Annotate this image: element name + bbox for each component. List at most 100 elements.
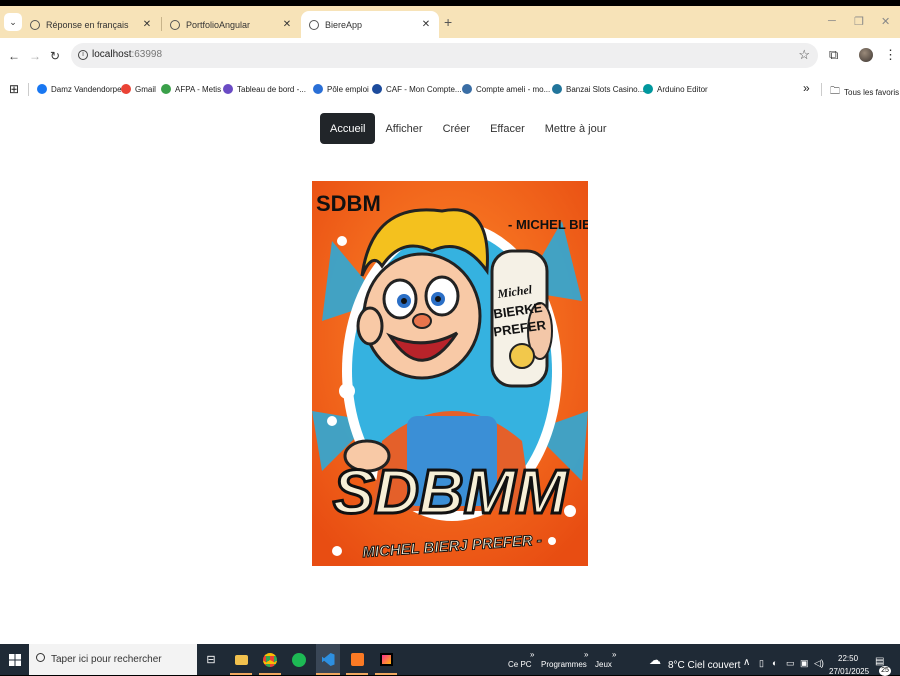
- jetbrains-icon[interactable]: [375, 644, 397, 675]
- toolbar-programmes[interactable]: Programmes: [541, 660, 587, 669]
- bookmark-tableau-de-bord[interactable]: Tableau de bord -...: [223, 84, 306, 94]
- tab-label: BiereApp: [325, 19, 363, 30]
- globe-icon: [170, 19, 180, 30]
- bookmark-label: CAF - Mon Compte...: [386, 84, 462, 94]
- screen: ⌄ Réponse en français ✕ PortfolioAngular…: [0, 6, 900, 676]
- clock-time[interactable]: 22:50: [838, 654, 858, 663]
- nav-creer[interactable]: Créer: [433, 113, 481, 144]
- volume-icon[interactable]: ◁): [814, 658, 824, 669]
- bookmark-label: Pôle emploi: [327, 84, 369, 94]
- bookmark-label: Tableau de bord -...: [237, 84, 306, 94]
- gmail-icon: [121, 84, 131, 94]
- folder-icon: 🗀: [830, 86, 840, 97]
- cloud-icon: ☁: [649, 653, 661, 667]
- close-icon[interactable]: ✕: [419, 19, 433, 30]
- device-icon[interactable]: ▯: [759, 658, 764, 669]
- battery-icon[interactable]: ▭: [786, 658, 795, 669]
- caf-icon: [372, 84, 382, 94]
- toolbar-ce-pc[interactable]: Ce PC: [508, 660, 532, 669]
- poster-illustration: SDBM - MICHEL BIERKEJ Michel BIERKE PREF…: [312, 181, 588, 566]
- globe-icon: [309, 19, 319, 30]
- file-explorer-icon[interactable]: [230, 644, 252, 675]
- bookmark-afpa[interactable]: AFPA - Metis: [161, 84, 221, 94]
- wordpress-icon: [552, 84, 562, 94]
- taskbar-search-input[interactable]: Taper ici pour rechercher: [29, 644, 197, 675]
- toolbar-jeux[interactable]: Jeux: [595, 660, 612, 669]
- tab-label: PortfolioAngular: [186, 19, 251, 30]
- bookmarks-divider: [821, 83, 822, 96]
- bookmark-pole-emploi[interactable]: Pôle emploi: [313, 84, 369, 94]
- page-content: Accueil Afficher Créer Effacer Mettre à …: [0, 102, 900, 644]
- network-icon[interactable]: ▣: [800, 658, 809, 669]
- chevron-icon: »: [584, 650, 589, 659]
- tab-label: Réponse en français: [46, 19, 129, 30]
- bookmark-label: Gmail: [135, 84, 156, 94]
- task-view-icon[interactable]: ⊟: [202, 644, 220, 675]
- search-placeholder: Taper ici pour rechercher: [51, 654, 162, 665]
- tab-search-button[interactable]: ⌄: [4, 13, 22, 31]
- close-icon[interactable]: ✕: [280, 19, 294, 30]
- browser-toolbar: ← → ↻ i localhost:63998 ☆ ⧉ ⋮: [0, 38, 900, 74]
- windows-taskbar: Taper ici pour rechercher ⊟ Ce PC » Prog…: [0, 644, 900, 676]
- bookmark-label: Damz Vandendorpe: [51, 84, 122, 94]
- nav-afficher[interactable]: Afficher: [375, 113, 432, 144]
- ameli-icon: [462, 84, 472, 94]
- nav-mettre-a-jour[interactable]: Mettre à jour: [535, 113, 617, 144]
- spotify-icon[interactable]: [288, 644, 310, 675]
- address-bar[interactable]: i localhost:63998 ☆: [71, 43, 818, 68]
- arduino-icon: [643, 84, 653, 94]
- vscode-icon[interactable]: [316, 644, 340, 675]
- security-icon[interactable]: ◐: [772, 658, 777, 668]
- menu-icon[interactable]: ⋮: [884, 47, 897, 63]
- tab-strip: ⌄ Réponse en français ✕ PortfolioAngular…: [0, 6, 900, 38]
- sdbm-poster-image: SDBM - MICHEL BIERKEJ Michel BIERKE PREF…: [312, 181, 588, 566]
- close-icon[interactable]: ✕: [140, 19, 154, 30]
- close-window-icon[interactable]: ✕: [881, 15, 890, 28]
- brand-big-text: SDBMM: [333, 458, 569, 527]
- bookmark-gmail[interactable]: Gmail: [121, 84, 156, 94]
- xampp-icon[interactable]: [346, 644, 368, 675]
- bookmark-arduino[interactable]: Arduino Editor: [643, 84, 708, 94]
- dashboard-icon: [223, 84, 233, 94]
- all-bookmarks-button[interactable]: 🗀 Tous les favoris: [830, 84, 899, 101]
- brand-small-text: SDBM: [316, 191, 381, 216]
- bookmark-star-icon[interactable]: ☆: [798, 47, 810, 63]
- bookmark-label: AFPA - Metis: [175, 84, 222, 94]
- reload-icon[interactable]: ↻: [50, 49, 60, 63]
- forward-icon[interactable]: →: [29, 49, 41, 63]
- bookmark-banzai[interactable]: Banzai Slots Casino...: [552, 84, 644, 94]
- bookmarks-bar: ⊞ Damz Vandendorpe Gmail AFPA - Metis Ta…: [0, 74, 900, 102]
- facebook-icon: [37, 84, 47, 94]
- back-icon[interactable]: ←: [8, 49, 20, 63]
- tab-portfolioangular[interactable]: PortfolioAngular ✕: [162, 11, 300, 38]
- bookmark-caf[interactable]: CAF - Mon Compte...: [372, 84, 462, 94]
- bookmark-label: Tous les favoris: [844, 88, 900, 97]
- extensions-icon[interactable]: ⧉: [829, 47, 838, 63]
- bookmarks-divider: [28, 83, 29, 96]
- minimize-icon[interactable]: ─: [828, 15, 836, 27]
- pole-emploi-icon: [313, 84, 323, 94]
- windows-start-icon[interactable]: [4, 644, 26, 675]
- tab-biereapp[interactable]: BiereApp ✕: [301, 11, 439, 38]
- chrome-icon[interactable]: [259, 644, 281, 675]
- url-text: localhost:63998: [92, 49, 163, 60]
- main-nav: Accueil Afficher Créer Effacer Mettre à …: [320, 113, 616, 144]
- bookmark-label: Arduino Editor: [657, 84, 708, 94]
- bookmark-label: Compte ameli - mo...: [476, 84, 551, 94]
- bookmark-facebook[interactable]: Damz Vandendorpe: [37, 84, 122, 94]
- new-tab-button[interactable]: +: [444, 14, 452, 30]
- bookmark-label: Banzai Slots Casino...: [566, 84, 645, 94]
- restore-icon[interactable]: ❐: [854, 15, 864, 28]
- tab-reponse-en-francais[interactable]: Réponse en français ✕: [22, 11, 160, 38]
- chatgpt-icon: [30, 19, 40, 30]
- bookmark-ameli[interactable]: Compte ameli - mo...: [462, 84, 550, 94]
- more-bookmarks-button[interactable]: »: [803, 81, 810, 95]
- weather-text[interactable]: 8°C Ciel couvert: [668, 660, 740, 671]
- avatar[interactable]: [859, 48, 873, 62]
- nav-accueil[interactable]: Accueil: [320, 113, 376, 144]
- chevron-up-icon[interactable]: ∧: [743, 657, 750, 668]
- nav-effacer[interactable]: Effacer: [480, 113, 535, 144]
- site-info-icon[interactable]: i: [78, 50, 88, 60]
- afpa-icon: [161, 84, 171, 94]
- apps-grid-icon[interactable]: ⊞: [9, 82, 19, 96]
